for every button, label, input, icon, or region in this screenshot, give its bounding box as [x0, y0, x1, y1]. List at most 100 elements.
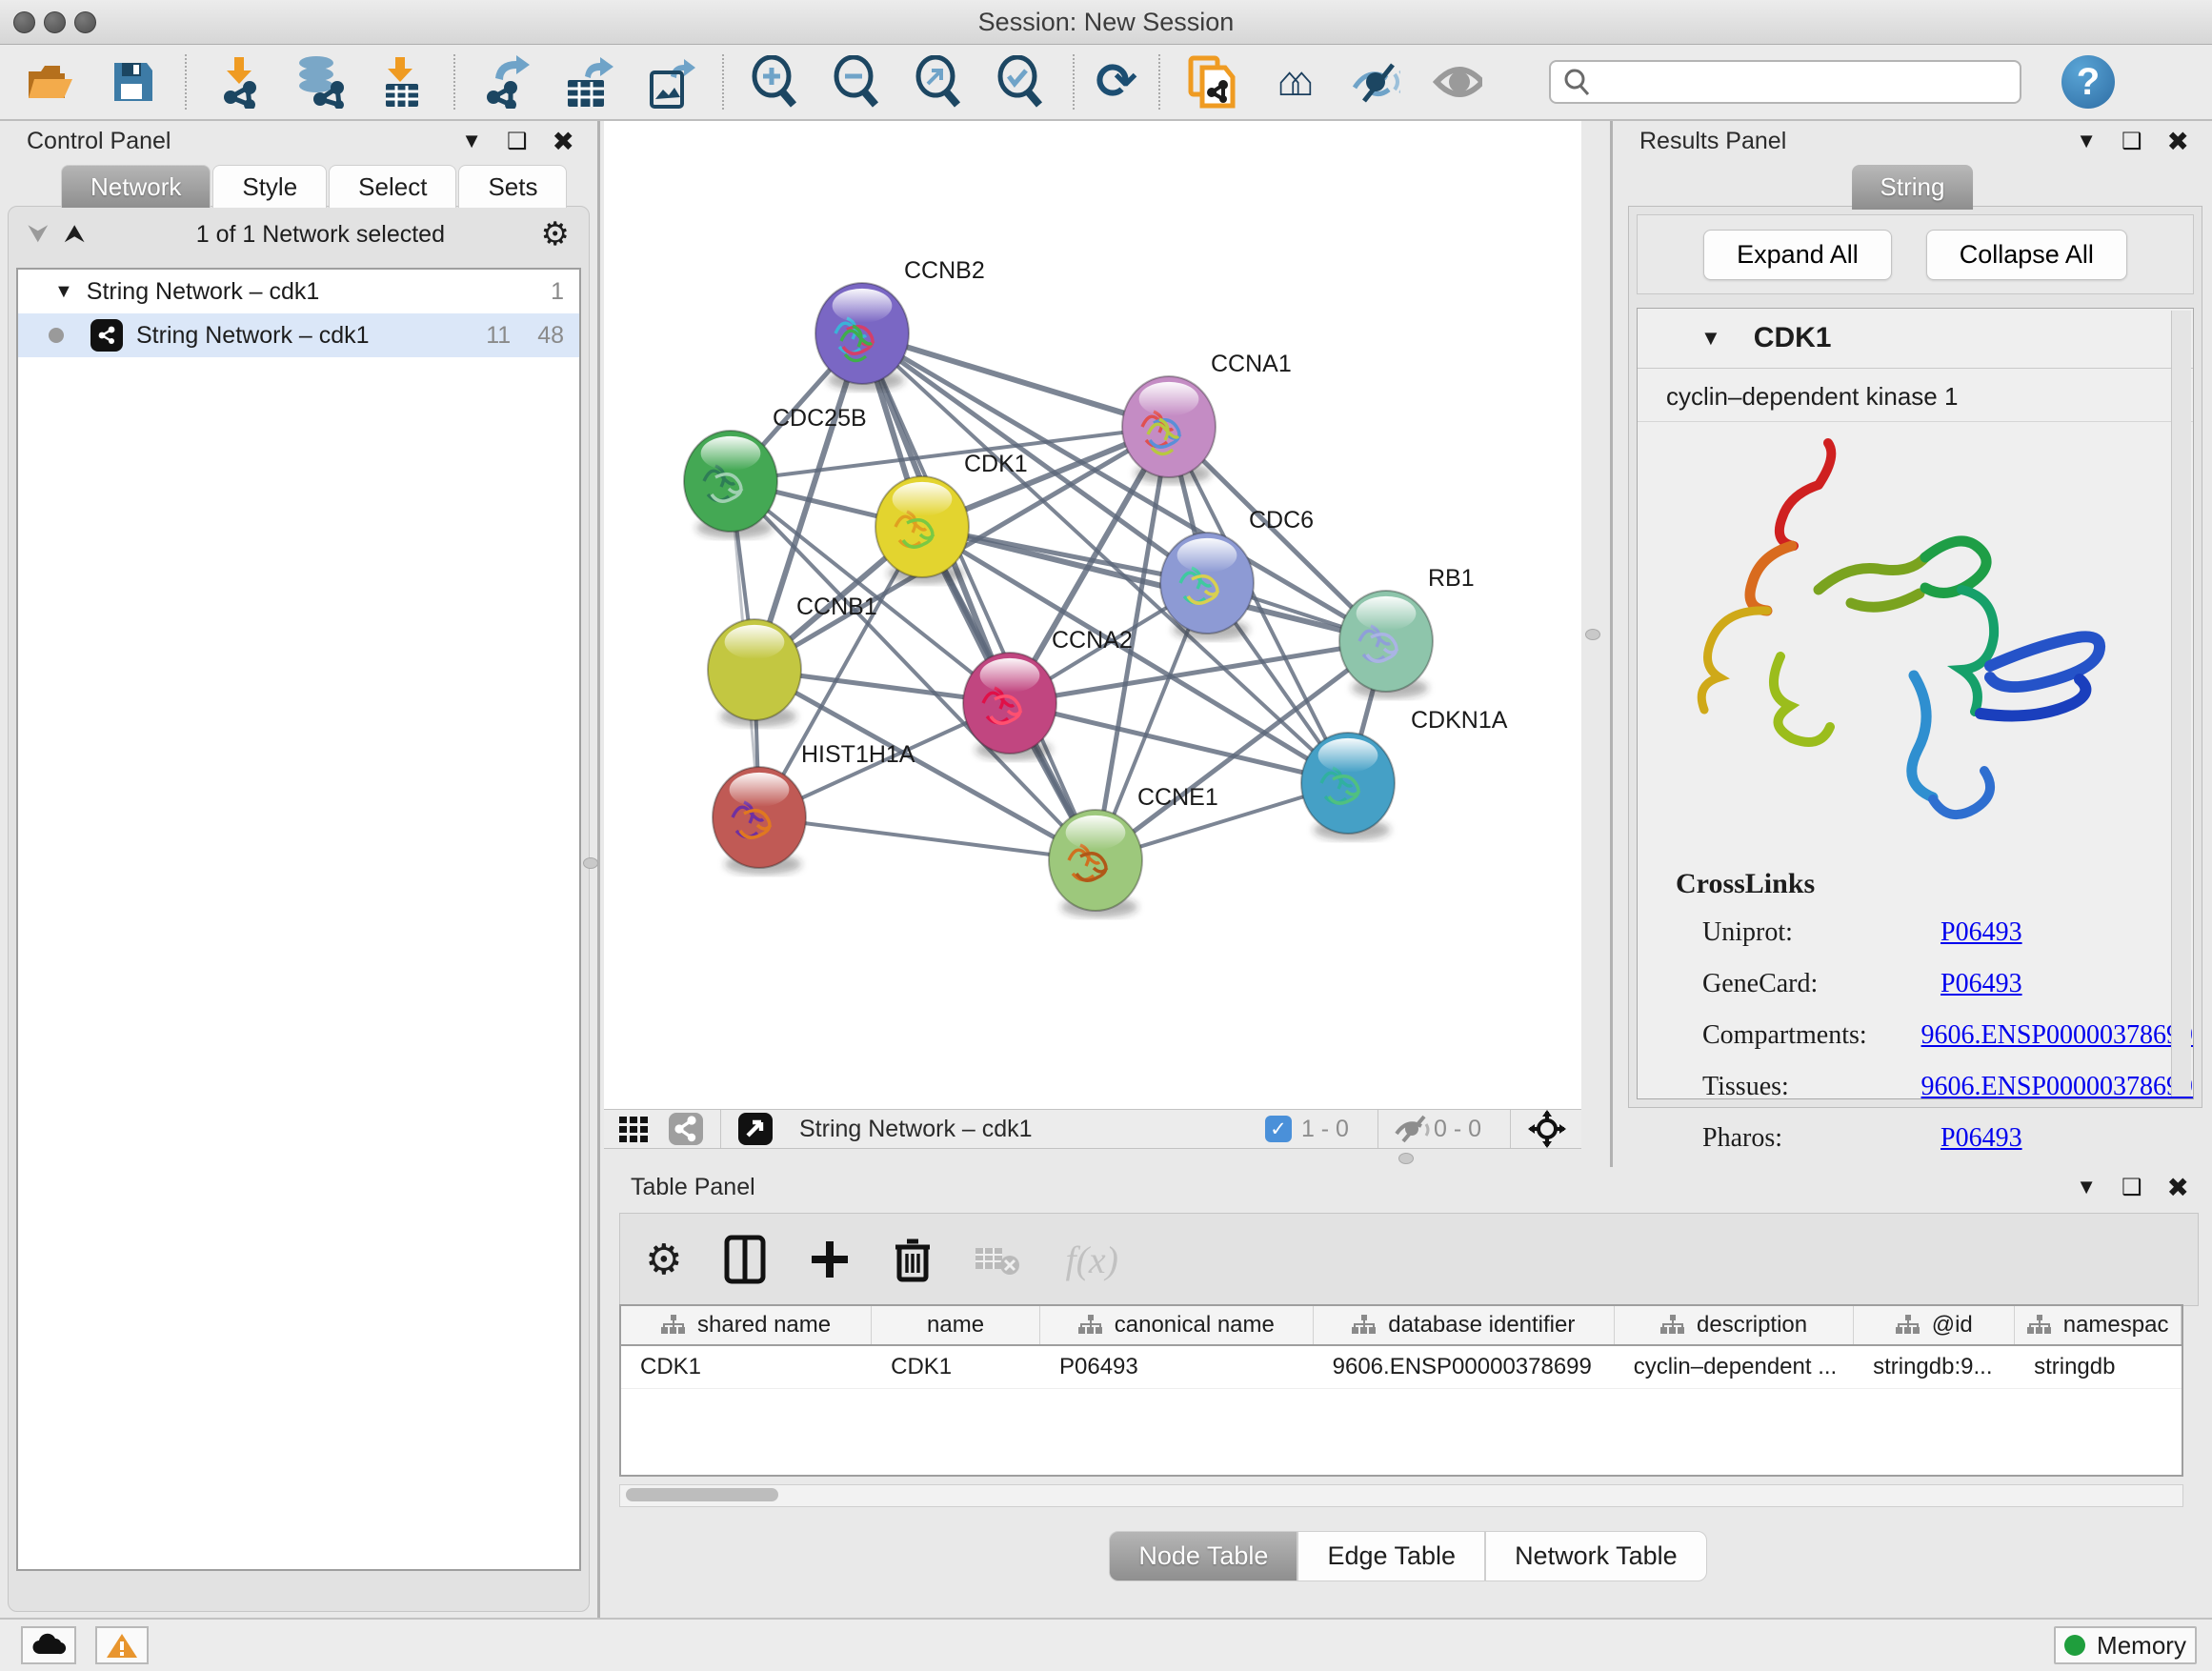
crosslink-link[interactable]: 9606.ENSP00000378699: [1921, 1072, 2193, 1102]
tab-node-table[interactable]: Node Table: [1109, 1531, 1297, 1581]
title-bar: Session: New Session: [0, 0, 2212, 45]
collection-count: 1: [551, 278, 564, 306]
center-view-icon[interactable]: [1526, 1110, 1568, 1148]
selected-checkbox-icon[interactable]: ✓: [1265, 1116, 1292, 1142]
panel-close-icon[interactable]: ✖: [2167, 126, 2189, 157]
add-column-icon[interactable]: [808, 1238, 852, 1281]
expand-all-button[interactable]: Expand All: [1703, 230, 1892, 280]
panel-float-icon[interactable]: ❑: [507, 128, 528, 155]
delete-table-icon[interactable]: [974, 1242, 1023, 1277]
node-RB1[interactable]: [1339, 591, 1433, 698]
crosslink-link[interactable]: P06493: [1941, 917, 2022, 948]
node-CCNE1[interactable]: [1049, 810, 1142, 917]
tab-sets[interactable]: Sets: [458, 165, 567, 208]
hierarchy-icon: [1078, 1315, 1103, 1336]
panel-close-icon[interactable]: ✖: [553, 126, 574, 157]
warnings-button[interactable]: [95, 1626, 149, 1664]
collection-expand-icon[interactable]: ▼: [54, 281, 73, 303]
clone-network-icon[interactable]: [1187, 57, 1237, 107]
node-CDC25B[interactable]: [684, 431, 777, 538]
open-session-icon[interactable]: [27, 57, 76, 107]
hidden-counts: 0 - 0: [1434, 1116, 1481, 1143]
results-scrollbar[interactable]: [2171, 311, 2191, 1097]
delete-column-icon[interactable]: [894, 1236, 932, 1283]
panel-menu-icon[interactable]: ▼: [2076, 1175, 2097, 1199]
node-HIST1H1A[interactable]: [713, 767, 806, 875]
tab-select[interactable]: Select: [329, 165, 456, 208]
search-input[interactable]: [1591, 68, 2008, 96]
panel-close-icon[interactable]: ✖: [2167, 1172, 2189, 1203]
tab-edge-table[interactable]: Edge Table: [1297, 1531, 1485, 1581]
edge-CCNB2-CCNA1[interactable]: [862, 333, 1169, 427]
column-header-canonical-name[interactable]: canonical name: [1040, 1306, 1314, 1344]
import-network-file-icon[interactable]: [213, 57, 263, 107]
column-header-database-identifier[interactable]: database identifier: [1314, 1306, 1615, 1344]
refresh-icon[interactable]: ⟳: [1092, 57, 1141, 107]
column-header-namespac[interactable]: namespac: [2015, 1306, 2182, 1344]
table-row[interactable]: CDK1CDK1P064939606.ENSP00000378699cyclin…: [621, 1346, 2182, 1389]
zoom-out-icon[interactable]: [833, 57, 882, 107]
crosslink-link[interactable]: 9606.ENSP00000378699: [1921, 1020, 2193, 1051]
tab-string[interactable]: String: [1852, 165, 1974, 210]
grid-view-icon[interactable]: [617, 1113, 652, 1145]
right-splitter-handle[interactable]: [1585, 629, 1600, 640]
panel-menu-icon[interactable]: ▼: [2076, 129, 2097, 153]
import-network-database-icon[interactable]: [295, 57, 345, 107]
node-CCNB2[interactable]: [815, 283, 909, 391]
birds-eye-view-icon[interactable]: [736, 1111, 774, 1147]
table-options-gear-icon[interactable]: ⚙: [645, 1236, 682, 1284]
save-session-icon[interactable]: [109, 57, 158, 107]
edge-CCNA2-CDKN1A[interactable]: [1010, 703, 1348, 783]
panel-float-icon[interactable]: ❑: [2122, 1174, 2142, 1201]
tab-network[interactable]: Network: [61, 165, 211, 208]
node-CCNA2[interactable]: [963, 653, 1056, 760]
hide-selected-icon[interactable]: [1351, 57, 1400, 107]
show-columns-icon[interactable]: [724, 1235, 766, 1284]
export-image-icon[interactable]: [646, 57, 695, 107]
expand-all-networks-icon[interactable]: ⮝: [64, 219, 85, 250]
node-table: shared namenamecanonical namedatabase id…: [619, 1304, 2183, 1477]
horizontal-splitter-handle[interactable]: [1398, 1153, 1414, 1164]
hierarchy-icon: [661, 1315, 686, 1336]
function-builder-icon[interactable]: f(x): [1065, 1238, 1118, 1282]
collapse-all-networks-icon[interactable]: ⮟: [28, 219, 49, 250]
zoom-fit-icon[interactable]: [915, 57, 964, 107]
network-collection-row[interactable]: ▼ String Network – cdk1 1: [18, 270, 579, 313]
network-share-icon[interactable]: [667, 1111, 705, 1147]
column-header-name[interactable]: name: [872, 1306, 1040, 1344]
edge-CCNB2-CCNE1[interactable]: [862, 333, 1096, 860]
panel-float-icon[interactable]: ❑: [2122, 128, 2142, 155]
gene-collapse-icon[interactable]: ▼: [1700, 326, 1721, 351]
left-splitter-handle[interactable]: [583, 857, 598, 869]
zoom-selected-icon[interactable]: [996, 57, 1046, 107]
collapse-all-button[interactable]: Collapse All: [1926, 230, 2127, 280]
column-header-description[interactable]: description: [1615, 1306, 1854, 1344]
crosslink-link[interactable]: P06493: [1941, 969, 2022, 999]
export-network-icon[interactable]: [482, 57, 532, 107]
tab-style[interactable]: Style: [212, 165, 327, 208]
network-row[interactable]: String Network – cdk1 11 48: [18, 313, 579, 357]
node-CDK1[interactable]: [875, 476, 969, 584]
panel-menu-icon[interactable]: ▼: [461, 129, 482, 153]
show-all-icon[interactable]: [1433, 57, 1482, 107]
column-header-shared-name[interactable]: shared name: [621, 1306, 872, 1344]
memory-button[interactable]: Memory: [2054, 1626, 2197, 1664]
zoom-in-icon[interactable]: [751, 57, 800, 107]
first-neighbors-icon[interactable]: ⌂⌂: [1269, 57, 1318, 107]
cloud-status-button[interactable]: [21, 1626, 76, 1664]
export-table-icon[interactable]: [564, 57, 613, 107]
tab-network-table[interactable]: Network Table: [1485, 1531, 1707, 1581]
node-CCNB1[interactable]: [708, 619, 801, 727]
hidden-eye-icon[interactable]: [1394, 1113, 1434, 1145]
network-canvas[interactable]: CCNB2CCNA1CDC25BCDK1CDC6RB1CCNB1CCNA2CDK…: [604, 121, 1581, 1109]
node-CDKN1A[interactable]: [1301, 733, 1395, 840]
import-table-file-icon[interactable]: [377, 57, 427, 107]
edge-HIST1H1A-CCNE1[interactable]: [759, 817, 1096, 860]
node-CCNA1[interactable]: [1122, 376, 1216, 484]
table-horizontal-scrollbar[interactable]: [619, 1484, 2183, 1507]
help-button[interactable]: ?: [2061, 55, 2115, 109]
crosslink-link[interactable]: P06493: [1941, 1123, 2022, 1154]
network-options-gear-icon[interactable]: ⚙: [541, 215, 570, 253]
toolbar-separator: [722, 54, 724, 110]
column-header-@id[interactable]: @id: [1854, 1306, 2015, 1344]
